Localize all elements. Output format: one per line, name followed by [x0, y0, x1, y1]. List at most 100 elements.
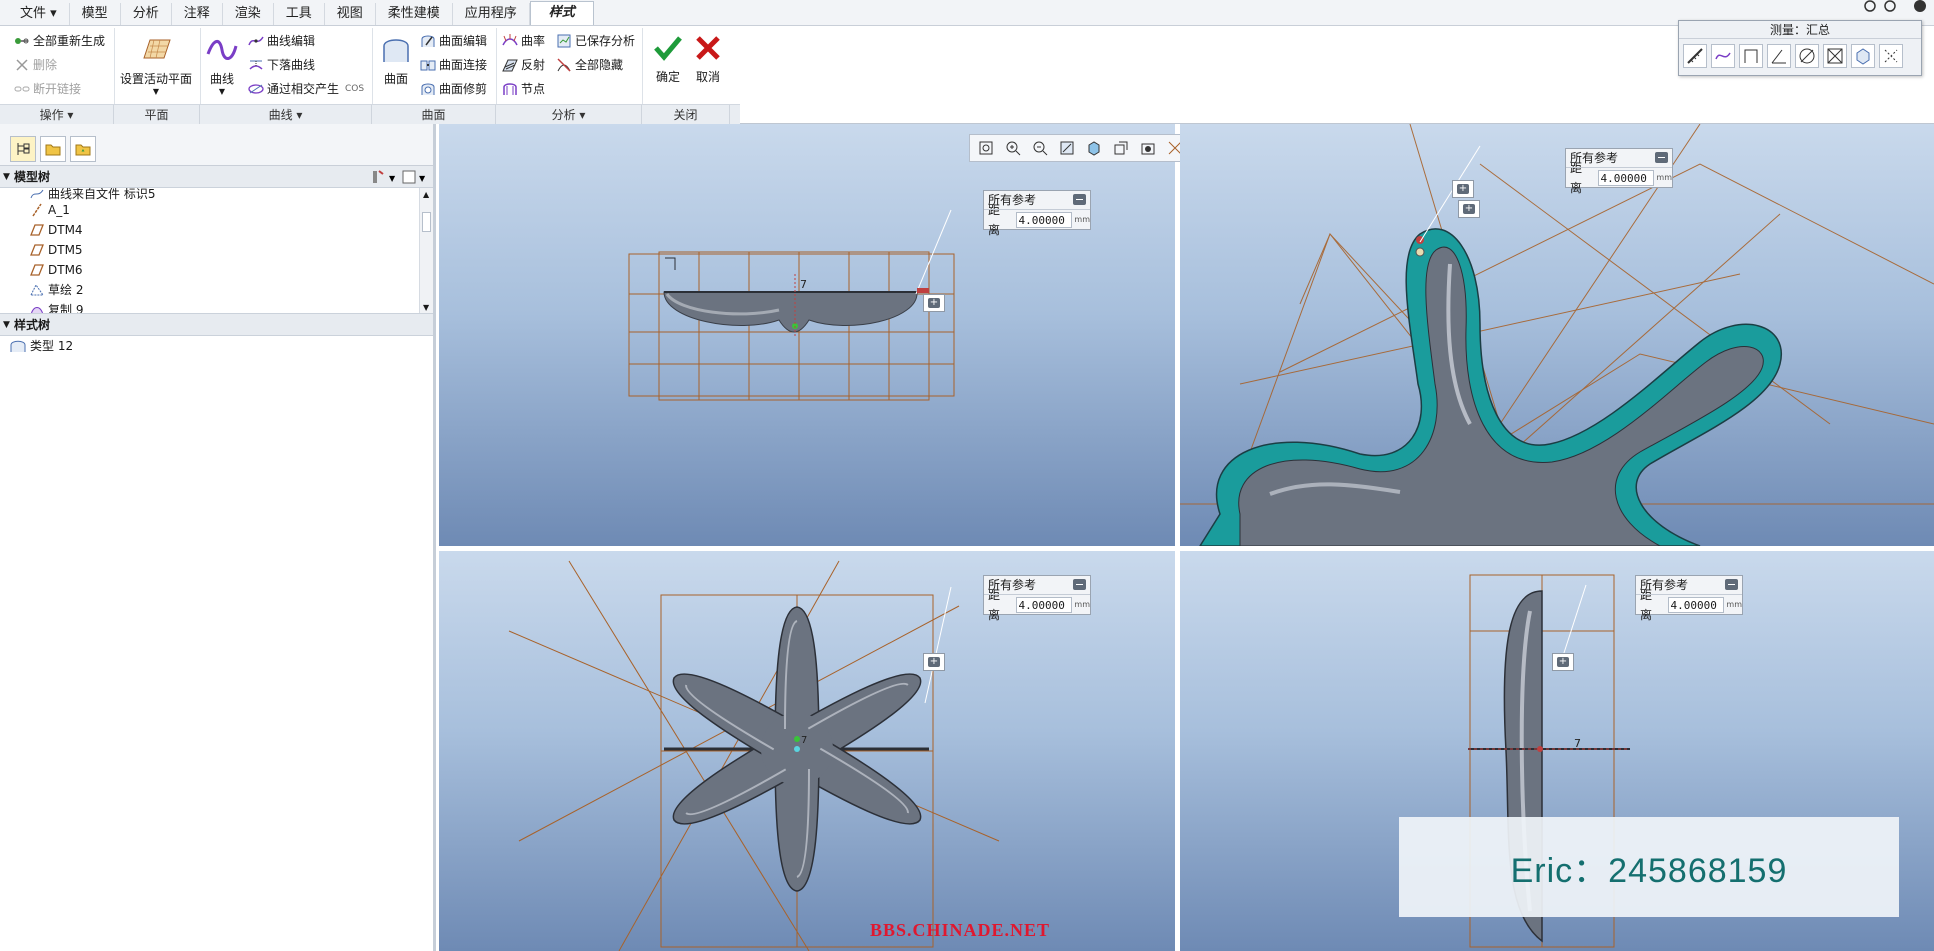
collapse-icon[interactable]: [1655, 152, 1668, 163]
model-tree-header[interactable]: 模型树 ▼▼: [0, 166, 433, 188]
tree-item[interactable]: DTM6: [0, 260, 433, 280]
curve-button[interactable]: 曲线 ▼: [206, 34, 238, 96]
drop-curve-button[interactable]: 下落曲线: [248, 56, 315, 73]
measure-summary-panel: 测量：汇总: [1678, 20, 1922, 76]
measure-volume-icon[interactable]: [1851, 44, 1875, 68]
saved-orientations-icon[interactable]: [1109, 137, 1133, 159]
surface-icon: [383, 39, 409, 62]
tree-scrollbar[interactable]: ▲ ▼: [419, 188, 433, 313]
datum-plane-icon: [30, 244, 44, 256]
cos-curve-button[interactable]: 通过相交产生 COS: [248, 80, 364, 97]
add-reference-button[interactable]: +: [1458, 200, 1480, 218]
refit-icon[interactable]: [974, 137, 998, 159]
distance-value[interactable]: 4.00000: [1015, 597, 1073, 613]
model-tree-tab[interactable]: [10, 136, 36, 162]
reflection-icon: [502, 59, 518, 71]
measure-title: 测量：汇总: [1679, 21, 1921, 39]
group-label-close: 关闭: [642, 105, 730, 125]
distance-value[interactable]: 4.00000: [1667, 597, 1725, 613]
measure-area-icon[interactable]: [1823, 44, 1847, 68]
reference-panel: 所有参考 距离 4.00000 mm: [983, 575, 1091, 622]
menu-flexible-modeling[interactable]: 柔性建模: [376, 3, 453, 25]
group-label-surface: 曲面: [372, 105, 496, 125]
tree-item[interactable]: DTM5: [0, 240, 433, 260]
menu-applications[interactable]: 应用程序: [453, 3, 530, 25]
menu-model[interactable]: 模型: [70, 3, 121, 25]
viewport-isometric[interactable]: 所有参考 距离 4.00000 mm + +: [1180, 124, 1934, 546]
tree-item[interactable]: 复制 9: [0, 300, 433, 313]
add-reference-button[interactable]: +: [1552, 653, 1574, 671]
ribbon-group-labels: 操作 ▾ 平面 曲线 ▾ 曲面 分析 ▾ 关闭: [0, 104, 740, 125]
viewport-front[interactable]: 7 所有参考 距离 4.00000 mm +: [439, 124, 1175, 546]
menu-analysis[interactable]: 分析: [121, 3, 172, 25]
surface-button[interactable]: 曲面: [380, 34, 412, 87]
surface-trim-button[interactable]: 曲面修剪: [420, 80, 487, 97]
style-tree-header[interactable]: 样式树: [0, 314, 433, 336]
repaint-icon[interactable]: [1055, 137, 1079, 159]
menu-render[interactable]: 渲染: [223, 3, 274, 25]
svg-text:7: 7: [800, 278, 807, 291]
style-tree-item[interactable]: 类型 12: [0, 336, 433, 356]
help-icon[interactable]: [1830, 0, 1930, 18]
drop-curve-icon: [249, 60, 263, 70]
break-link-button[interactable]: 断开链接: [14, 80, 81, 97]
add-reference-button[interactable]: +: [923, 653, 945, 671]
view-manager-icon[interactable]: [1136, 137, 1160, 159]
distance-value[interactable]: 4.00000: [1015, 212, 1073, 228]
ok-button[interactable]: 确定: [652, 32, 684, 85]
distance-value[interactable]: 4.00000: [1597, 170, 1655, 186]
menu-view[interactable]: 视图: [325, 3, 376, 25]
add-reference-button[interactable]: +: [1452, 180, 1474, 198]
collapse-icon[interactable]: [1073, 194, 1086, 205]
tree-item[interactable]: DTM4: [0, 220, 433, 240]
tree-item[interactable]: 曲线来自文件 标识5: [0, 188, 433, 200]
favorites-tab[interactable]: [70, 136, 96, 162]
group-label-curve[interactable]: 曲线 ▾: [200, 105, 372, 125]
curvature-button[interactable]: 曲率: [502, 32, 545, 49]
cross-icon: [696, 36, 720, 60]
surface-edit-button[interactable]: 曲面编辑: [420, 32, 487, 49]
measure-length-icon[interactable]: [1683, 44, 1707, 68]
scroll-up-icon[interactable]: ▲: [423, 190, 429, 199]
display-style-icon[interactable]: [1082, 137, 1106, 159]
surface-trim-icon: [421, 83, 435, 95]
measure-diameter-icon[interactable]: [1795, 44, 1819, 68]
hide-all-button[interactable]: 全部隐藏: [556, 56, 623, 73]
measure-transform-icon[interactable]: [1879, 44, 1903, 68]
menu-file[interactable]: 文件 ▾: [8, 3, 70, 25]
node-button[interactable]: 节点: [502, 80, 545, 97]
group-label-analysis[interactable]: 分析 ▾: [496, 105, 642, 125]
reflection-button[interactable]: 反射: [502, 56, 545, 73]
collapse-icon[interactable]: [1725, 579, 1738, 590]
tree-settings-icon[interactable]: ▼ ▼: [367, 168, 427, 186]
measure-angle-icon[interactable]: [1767, 44, 1791, 68]
cos-curve-icon: [248, 83, 264, 94]
measure-curve-length-icon[interactable]: [1711, 44, 1735, 68]
curve-icon: [206, 40, 238, 60]
set-active-plane-button[interactable]: 设置活动平面 ▼: [120, 34, 192, 96]
menu-tools[interactable]: 工具: [274, 3, 325, 25]
viewport-top[interactable]: 7 所有参考 距离 4.00000 mm +: [439, 551, 1175, 951]
tree-item[interactable]: A_1: [0, 200, 433, 220]
zoom-out-icon[interactable]: [1028, 137, 1052, 159]
collapse-icon[interactable]: [1073, 579, 1086, 590]
curve-edit-button[interactable]: 曲线编辑: [248, 32, 315, 49]
zoom-in-icon[interactable]: [1001, 137, 1025, 159]
cancel-button[interactable]: 取消: [692, 32, 724, 85]
delete-button[interactable]: 删除: [14, 56, 57, 73]
break-link-icon: [14, 86, 30, 91]
curve-edit-icon: [248, 36, 264, 45]
group-label-operations[interactable]: 操作 ▾: [0, 105, 114, 125]
regenerate-all-button[interactable]: 全部重新生成: [14, 32, 105, 49]
surface-connect-button[interactable]: 曲面连接: [420, 56, 487, 73]
scroll-thumb[interactable]: [422, 212, 431, 232]
ribbon: 全部重新生成 删除 断开链接 设置活动平面 ▼ 曲线 ▼ 曲线编辑 下落曲线 通…: [0, 26, 1934, 125]
menu-annotate[interactable]: 注释: [172, 3, 223, 25]
measure-distance-icon[interactable]: [1739, 44, 1763, 68]
tree-item[interactable]: 草绘 2: [0, 280, 433, 300]
scroll-down-icon[interactable]: ▼: [423, 303, 429, 312]
add-reference-button[interactable]: +: [923, 294, 945, 312]
menu-style[interactable]: 样式: [529, 1, 594, 25]
folder-browser-tab[interactable]: [40, 136, 66, 162]
saved-analysis-button[interactable]: 已保存分析: [556, 32, 635, 49]
